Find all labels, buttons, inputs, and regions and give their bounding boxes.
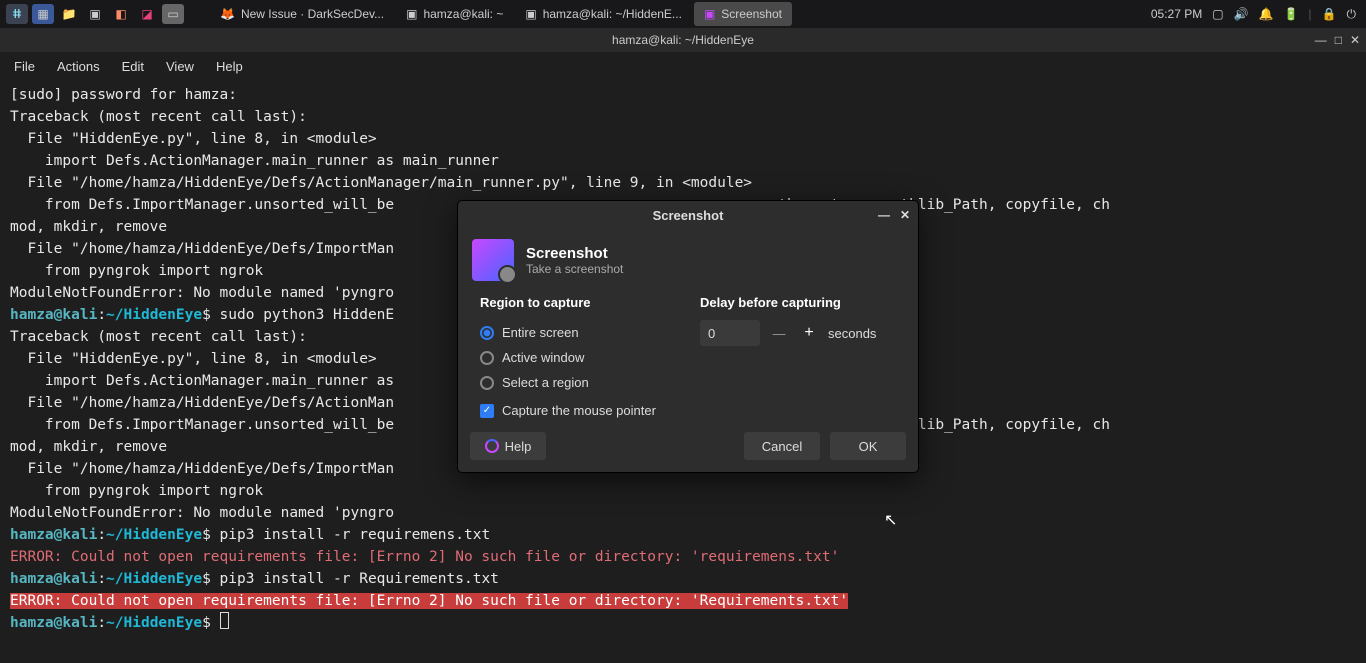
- terminal-icon: ▣: [406, 7, 417, 21]
- menu-view[interactable]: View: [166, 59, 194, 74]
- taskbar: ⵌ ▦ 📁 ▣ ◧ ◪ ▭ 🦊New Issue · DarkSecDev...…: [0, 0, 1366, 28]
- firefox-icon: 🦊: [220, 7, 235, 21]
- close-icon[interactable]: ✕: [1350, 33, 1360, 47]
- mouse-cursor-icon: ↖: [884, 510, 897, 530]
- menu-file[interactable]: File: [14, 59, 35, 74]
- delay-label: Delay before capturing: [700, 295, 900, 310]
- minimize-icon[interactable]: —: [1315, 33, 1327, 47]
- delay-decrement-button[interactable]: —: [768, 322, 790, 344]
- tray-monitor-icon[interactable]: ▢: [1212, 7, 1223, 21]
- launcher-active-icon[interactable]: ▭: [162, 4, 184, 24]
- task-firefox[interactable]: 🦊New Issue · DarkSecDev...: [210, 2, 394, 26]
- region-label: Region to capture: [480, 295, 680, 310]
- dialog-header: Screenshot Take a screenshot: [458, 229, 918, 291]
- radio-active-window[interactable]: Active window: [480, 345, 680, 370]
- radio-entire-screen[interactable]: Entire screen: [480, 320, 680, 345]
- tray-battery-icon[interactable]: 🔋: [1283, 7, 1298, 21]
- help-button[interactable]: Help: [470, 432, 546, 460]
- dialog-subtitle: Take a screenshot: [526, 262, 623, 276]
- cancel-button[interactable]: Cancel: [744, 432, 820, 460]
- terminal-icon: ▣: [525, 7, 536, 21]
- delay-input[interactable]: 0: [700, 320, 760, 346]
- dialog-title: Screenshot: [526, 245, 623, 262]
- screenshot-dialog: Screenshot — ✕ Screenshot Take a screens…: [457, 200, 919, 473]
- ok-button[interactable]: OK: [830, 432, 906, 460]
- menu-edit[interactable]: Edit: [122, 59, 144, 74]
- taskbar-tasks: 🦊New Issue · DarkSecDev... ▣hamza@kali: …: [210, 2, 1141, 26]
- tray-volume-icon[interactable]: 🔊: [1234, 7, 1249, 21]
- radio-select-region[interactable]: Select a region: [480, 370, 680, 395]
- launcher-app-icon[interactable]: ◪: [136, 4, 158, 24]
- menu-help[interactable]: Help: [216, 59, 243, 74]
- help-icon: [485, 439, 499, 453]
- launcher-terminal-icon[interactable]: ▣: [84, 4, 106, 24]
- radio-icon: [480, 326, 494, 340]
- screenshot-icon: ▣: [704, 7, 715, 21]
- dialog-minimize-icon[interactable]: —: [878, 208, 890, 222]
- tray-notification-icon[interactable]: 🔔: [1259, 7, 1274, 21]
- launcher-icon[interactable]: ▦: [32, 4, 54, 24]
- radio-icon: [480, 351, 494, 365]
- tray-lock-icon[interactable]: 🔒: [1322, 7, 1337, 21]
- maximize-icon[interactable]: □: [1335, 33, 1342, 47]
- launcher-browser-icon[interactable]: ◧: [110, 4, 132, 24]
- delay-increment-button[interactable]: +: [798, 322, 820, 344]
- checkbox-icon: ✓: [480, 404, 494, 418]
- system-tray: 05:27 PM ▢ 🔊 🔔 🔋 | 🔒 ⏻: [1141, 7, 1366, 22]
- dialog-titlebar[interactable]: Screenshot — ✕: [458, 201, 918, 229]
- terminal-menubar: File Actions Edit View Help: [0, 52, 1366, 80]
- launcher-icons: ⵌ ▦ 📁 ▣ ◧ ◪ ▭: [0, 4, 190, 24]
- clock[interactable]: 05:27 PM: [1151, 7, 1202, 21]
- dialog-window-title: Screenshot: [653, 208, 724, 223]
- delay-unit: seconds: [828, 326, 876, 341]
- radio-icon: [480, 376, 494, 390]
- launcher-files-icon[interactable]: 📁: [58, 4, 80, 24]
- terminal-title: hamza@kali: ~/HiddenEye: [612, 33, 754, 47]
- terminal-titlebar[interactable]: hamza@kali: ~/HiddenEye — □ ✕: [0, 28, 1366, 52]
- task-screenshot[interactable]: ▣Screenshot: [694, 2, 792, 26]
- screenshot-app-icon: [472, 239, 514, 281]
- menu-actions[interactable]: Actions: [57, 59, 100, 74]
- kali-menu-icon[interactable]: ⵌ: [6, 4, 28, 24]
- dialog-close-icon[interactable]: ✕: [900, 208, 910, 222]
- checkbox-capture-pointer[interactable]: ✓Capture the mouse pointer: [480, 395, 680, 418]
- task-terminal-1[interactable]: ▣hamza@kali: ~: [396, 2, 513, 26]
- tray-power-icon[interactable]: ⏻: [1347, 7, 1357, 22]
- task-terminal-2[interactable]: ▣hamza@kali: ~/HiddenE...: [515, 2, 692, 26]
